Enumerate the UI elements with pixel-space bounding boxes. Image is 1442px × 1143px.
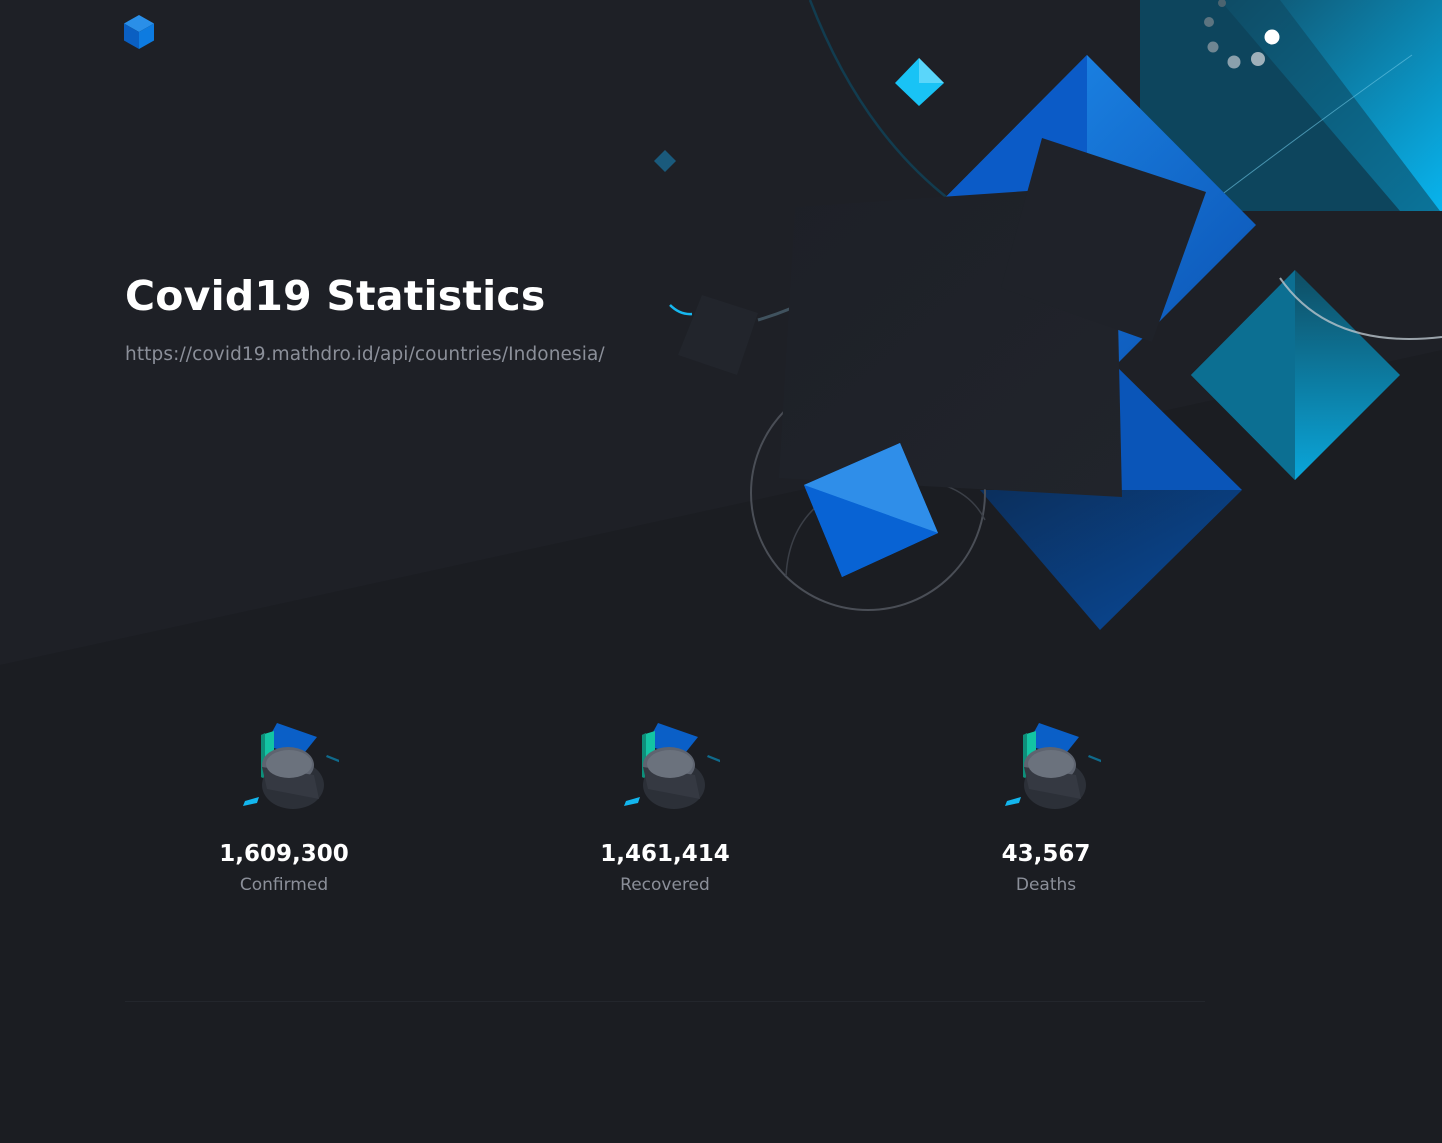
- stat-deaths: 43,567 Deaths: [926, 715, 1166, 895]
- footer-divider: [125, 1001, 1205, 1002]
- confirmed-label: Confirmed: [239, 875, 329, 895]
- deaths-count: 43,567: [1001, 841, 1091, 867]
- recovered-count: 1,461,414: [600, 841, 730, 867]
- page: Covid19 Statistics https://covid19.mathd…: [0, 0, 1442, 1143]
- deaths-label: Deaths: [1015, 875, 1077, 895]
- hero-illustration: [654, 0, 1442, 630]
- confirmed-count: 1,609,300: [219, 841, 349, 867]
- api-url-text: https://covid19.mathdro.id/api/countries…: [125, 344, 605, 365]
- stat-recovered: 1,461,414 Recovered: [545, 715, 785, 895]
- stat-illustration-icon: [1005, 723, 1101, 809]
- cube-logo-icon[interactable]: [124, 15, 154, 49]
- page-title: Covid19 Statistics: [125, 272, 546, 320]
- stat-illustration-icon: [243, 723, 339, 809]
- stat-illustration-icon: [624, 723, 720, 809]
- recovered-label: Recovered: [620, 875, 710, 895]
- stat-confirmed: 1,609,300 Confirmed: [164, 715, 404, 895]
